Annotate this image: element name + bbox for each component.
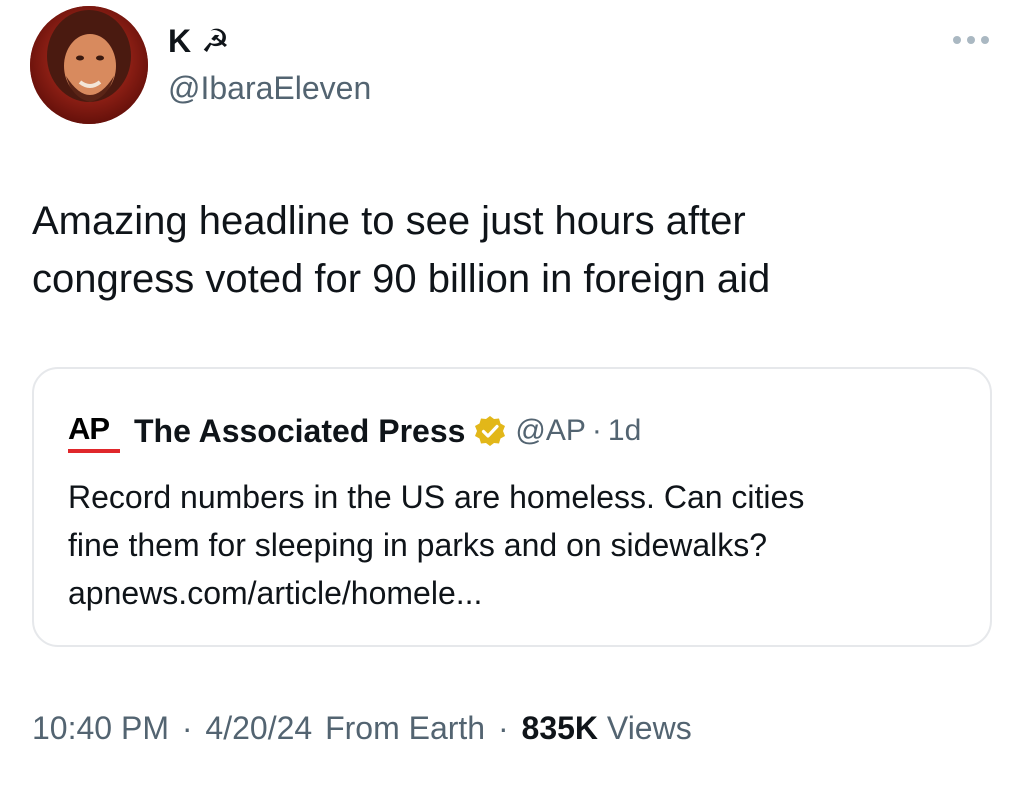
views-label: Views (606, 710, 692, 746)
quoted-author-handle[interactable]: @AP (515, 414, 585, 448)
verified-badge-icon (475, 416, 506, 446)
avatar[interactable] (30, 6, 148, 124)
quoted-tweet-card[interactable]: AP The Associated Press @AP · 1d Record … (32, 367, 992, 647)
quoted-link[interactable]: apnews.com/article/homele... (68, 569, 978, 617)
views-count[interactable]: 835K (522, 710, 599, 746)
more-dots-icon[interactable] (948, 30, 994, 50)
footer-separator: · (181, 710, 193, 746)
tweet-text-line: Amazing headline to see just hours after (32, 199, 746, 243)
tweet-date[interactable]: 4/20/24 (205, 710, 312, 746)
quoted-tweet-age[interactable]: 1d (608, 414, 641, 448)
tweet-time[interactable]: 10:40 PM (32, 710, 169, 746)
quoted-meta-separator: · (591, 414, 602, 447)
quoted-text-line: fine them for sleeping in parks and on s… (68, 527, 768, 563)
ap-logo-text: AP (68, 411, 110, 446)
author-display-name[interactable]: K ☭ (168, 22, 230, 60)
profile-photo-icon (30, 6, 148, 124)
tweet-footer: 10:40 PM · 4/20/24 From Earth · 835K Vie… (32, 710, 692, 747)
tweet-source: From Earth (325, 710, 486, 746)
quoted-author-name[interactable]: The Associated Press (134, 413, 465, 450)
tweet-text: Amazing headline to see just hours after… (32, 192, 972, 308)
ap-logo[interactable]: AP (68, 407, 122, 455)
quoted-tweet-header: AP The Associated Press @AP · 1d (68, 407, 641, 455)
footer-separator: · (497, 710, 509, 746)
author-handle[interactable]: @IbaraEleven (168, 70, 371, 107)
ap-logo-underline (68, 449, 120, 453)
quoted-text-line: Record numbers in the US are homeless. C… (68, 479, 805, 515)
quoted-tweet-text: Record numbers in the US are homeless. C… (68, 473, 978, 617)
tweet-text-line: congress voted for 90 billion in foreign… (32, 257, 771, 301)
